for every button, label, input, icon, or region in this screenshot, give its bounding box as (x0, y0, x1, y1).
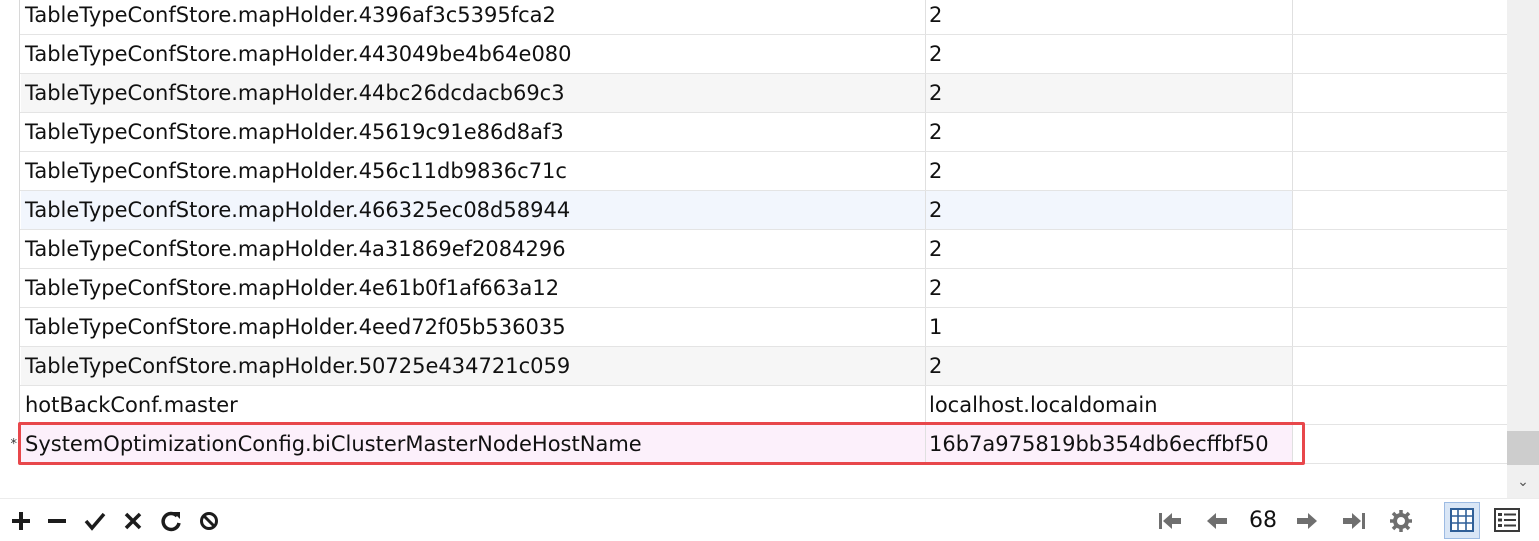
form-view-icon (1494, 508, 1520, 532)
value-cell[interactable]: 2 (926, 269, 1293, 307)
key-cell[interactable]: TableTypeConfStore.mapHolder.466325ec08d… (21, 191, 926, 229)
table-row[interactable]: TableTypeConfStore.mapHolder.45619c91e86… (0, 113, 1507, 152)
table-row[interactable]: TableTypeConfStore.mapHolder.4396af3c539… (0, 0, 1507, 35)
value-cell[interactable]: 2 (926, 0, 1293, 34)
key-cell[interactable]: TableTypeConfStore.mapHolder.4396af3c539… (21, 0, 926, 34)
page-number-field[interactable]: 68 (1240, 503, 1286, 539)
row-gutter[interactable] (0, 152, 20, 191)
row-gutter[interactable] (0, 347, 20, 386)
stop-icon[interactable] (196, 499, 222, 541)
row-gutter[interactable] (0, 191, 20, 230)
key-cell[interactable]: TableTypeConfStore.mapHolder.50725e43472… (21, 347, 926, 385)
key-cell[interactable]: TableTypeConfStore.mapHolder.45619c91e86… (21, 113, 926, 151)
x-icon[interactable] (120, 499, 146, 541)
plus-icon[interactable] (8, 499, 34, 541)
key-cell-editing[interactable]: SystemOptimizationConfig.biClusterMaster… (21, 425, 926, 463)
value-cell[interactable]: 2 (926, 230, 1293, 268)
table-row[interactable]: hotBackConf.master localhost.localdomain (0, 386, 1507, 425)
value-cell[interactable]: 2 (926, 191, 1293, 229)
refresh-icon[interactable] (158, 499, 184, 541)
scrollbar-thumb[interactable] (1507, 431, 1539, 465)
key-cell[interactable]: TableTypeConfStore.mapHolder.443049be4b6… (21, 35, 926, 73)
table-row[interactable]: TableTypeConfStore.mapHolder.44bc26dcdac… (0, 74, 1507, 113)
table-row[interactable]: TableTypeConfStore.mapHolder.4eed72f05b5… (0, 308, 1507, 347)
row-gutter[interactable] (0, 35, 20, 74)
minus-icon[interactable] (44, 499, 70, 541)
vertical-scrollbar[interactable]: ⌄ (1507, 0, 1539, 498)
table-row[interactable]: TableTypeConfStore.mapHolder.4a31869ef20… (0, 230, 1507, 269)
row-gutter[interactable] (0, 230, 20, 269)
prev-page-icon[interactable] (1204, 499, 1230, 541)
new-table-row[interactable]: * SystemOptimizationConfig.biClusterMast… (0, 425, 1507, 464)
table-row[interactable]: TableTypeConfStore.mapHolder.443049be4b6… (0, 35, 1507, 74)
gear-icon[interactable] (1388, 499, 1414, 541)
table-row[interactable]: TableTypeConfStore.mapHolder.456c11db983… (0, 152, 1507, 191)
row-gutter[interactable] (0, 0, 20, 35)
check-icon[interactable] (82, 499, 108, 541)
row-gutter[interactable] (0, 269, 20, 308)
grid-view-button[interactable] (1444, 502, 1480, 539)
value-cell[interactable]: 2 (926, 35, 1293, 73)
table-row[interactable]: TableTypeConfStore.mapHolder.50725e43472… (0, 347, 1507, 386)
key-cell[interactable]: TableTypeConfStore.mapHolder.4eed72f05b5… (21, 308, 926, 346)
next-page-icon[interactable] (1294, 499, 1320, 541)
row-gutter[interactable] (0, 386, 20, 425)
last-page-icon[interactable] (1340, 499, 1368, 541)
value-cell-editing[interactable]: 16b7a975819bb354db6ecffbf50 (926, 425, 1293, 463)
key-cell[interactable]: TableTypeConfStore.mapHolder.456c11db983… (21, 152, 926, 190)
form-view-button[interactable] (1489, 502, 1525, 539)
key-cell[interactable]: hotBackConf.master (21, 386, 926, 424)
grid-view-icon (1450, 508, 1474, 532)
new-row-marker[interactable]: * (0, 425, 20, 464)
value-cell[interactable]: 2 (926, 347, 1293, 385)
table-row[interactable]: TableTypeConfStore.mapHolder.466325ec08d… (0, 191, 1507, 230)
value-cell[interactable]: 1 (926, 308, 1293, 346)
row-gutter[interactable] (0, 113, 20, 152)
value-cell[interactable]: localhost.localdomain (926, 386, 1293, 424)
key-cell[interactable]: TableTypeConfStore.mapHolder.4e61b0f1af6… (21, 269, 926, 307)
value-cell[interactable]: 2 (926, 113, 1293, 151)
data-grid: TableTypeConfStore.mapHolder.4396af3c539… (0, 0, 1507, 466)
table-row[interactable]: TableTypeConfStore.mapHolder.4e61b0f1af6… (0, 269, 1507, 308)
key-cell[interactable]: TableTypeConfStore.mapHolder.44bc26dcdac… (21, 74, 926, 112)
value-cell[interactable]: 2 (926, 152, 1293, 190)
key-cell[interactable]: TableTypeConfStore.mapHolder.4a31869ef20… (21, 230, 926, 268)
value-cell[interactable]: 2 (926, 74, 1293, 112)
navigator-toolbar: 68 (0, 498, 1539, 541)
scroll-down-icon[interactable]: ⌄ (1507, 470, 1539, 494)
row-gutter[interactable] (0, 74, 20, 113)
first-page-icon[interactable] (1156, 499, 1184, 541)
row-gutter[interactable] (0, 308, 20, 347)
